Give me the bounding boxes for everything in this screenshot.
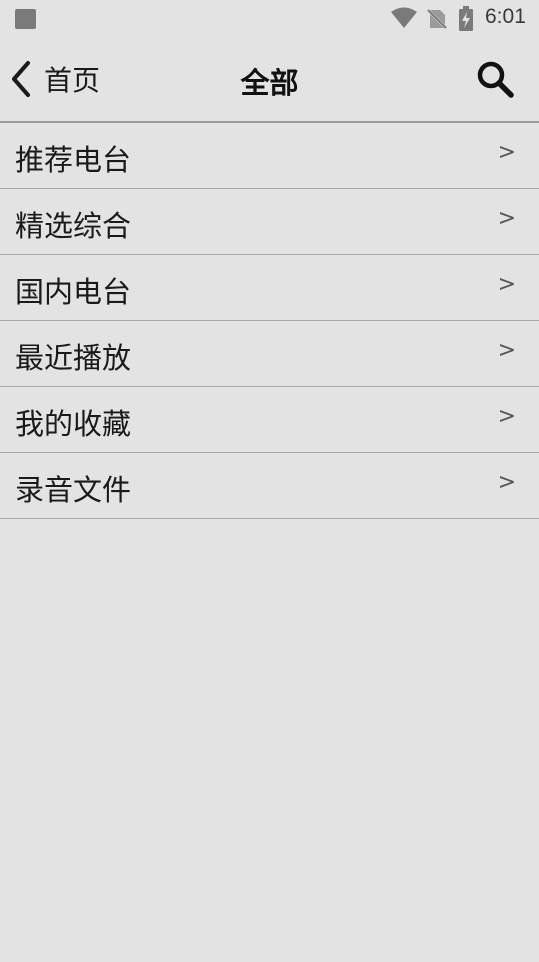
chevron-right-icon: > [497,404,516,429]
list-item-domestic-stations[interactable]: 国内电台 > [0,255,539,321]
chevron-right-icon: > [497,338,516,363]
status-time: 6:01 [485,5,526,28]
list-item-label: 录音文件 [15,473,132,507]
list-item-label: 最近播放 [15,341,132,375]
top-app-bar: 首页 全部 [0,38,539,123]
wifi-icon [391,7,417,28]
chevron-right-icon: > [497,470,516,495]
list-item-featured[interactable]: 精选综合 > [0,189,539,255]
back-button-label: 首页 [44,64,101,97]
category-list: 推荐电台 > 精选综合 > 国内电台 > 最近播放 > 我的收藏 > 录音文件 … [0,123,539,519]
list-item-favorites[interactable]: 我的收藏 > [0,387,539,453]
list-item-recommended-stations[interactable]: 推荐电台 > [0,123,539,189]
search-button[interactable] [470,54,520,104]
list-item-label: 精选综合 [15,209,132,243]
list-item-label: 国内电台 [15,275,132,309]
list-item-recently-played[interactable]: 最近播放 > [0,321,539,387]
no-sim-icon [426,8,448,30]
back-button[interactable]: 首页 [8,54,100,104]
app-notification-icon [15,9,36,29]
chevron-right-icon: > [497,272,516,297]
chevron-left-icon [12,61,30,97]
chevron-right-icon: > [497,206,516,231]
chevron-right-icon: > [497,140,516,165]
battery-charging-icon [459,6,473,31]
list-item-label: 推荐电台 [15,143,132,177]
search-icon [477,61,514,98]
list-item-label: 我的收藏 [15,407,132,441]
list-item-recordings[interactable]: 录音文件 > [0,453,539,519]
status-bar: 6:01 [0,0,539,38]
